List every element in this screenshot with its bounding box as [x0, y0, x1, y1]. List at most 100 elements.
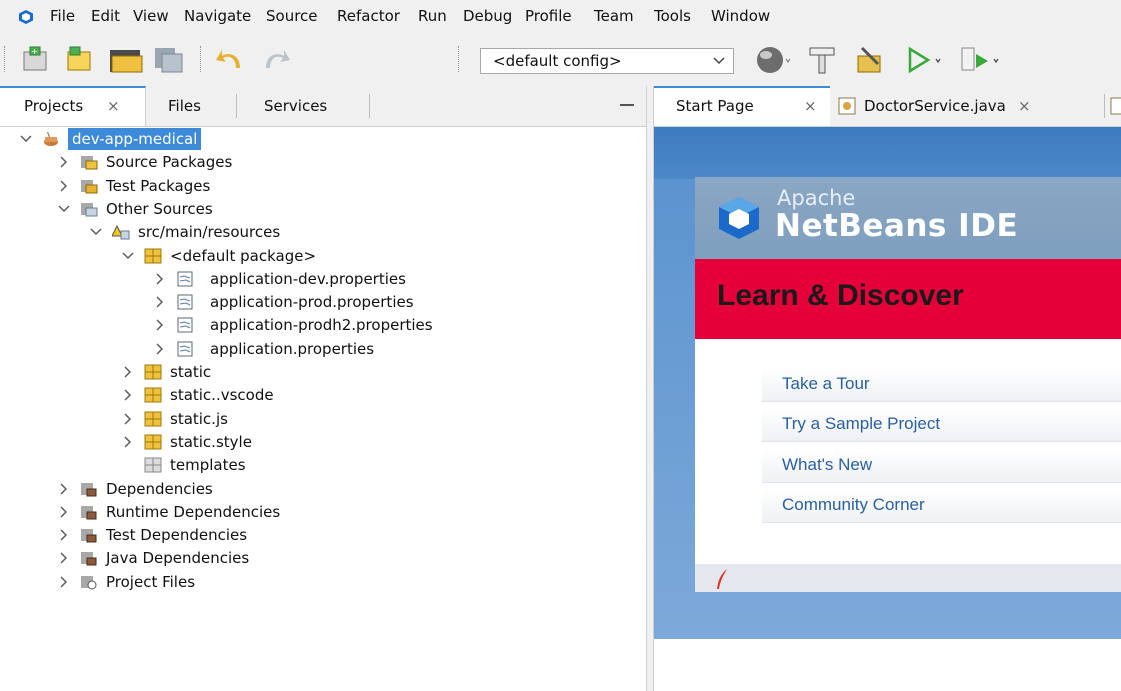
save-all-icon[interactable]	[152, 44, 186, 76]
minimize-panel-icon[interactable]	[620, 104, 634, 106]
tab-doctorservice-label: DoctorService.java	[864, 97, 1006, 115]
link-whats-new[interactable]: What's New	[762, 449, 1121, 483]
chevron-right-icon[interactable]	[122, 431, 134, 453]
learn-discover-heading: Learn & Discover	[717, 279, 964, 312]
tab-services[interactable]: Services	[237, 86, 371, 126]
test-packages-icon	[81, 179, 98, 194]
properties-file-icon	[177, 341, 193, 357]
chevron-right-icon[interactable]	[58, 524, 70, 546]
menu-source[interactable]: Source	[266, 7, 318, 25]
open-project-icon[interactable]	[106, 44, 144, 76]
toolbar-separator	[4, 46, 7, 72]
project-tree: dev-app-medical Source Packages Test Packa…	[0, 127, 646, 691]
chevron-right-icon[interactable]	[154, 268, 166, 290]
new-project-icon[interactable]: +	[18, 44, 52, 76]
tree-node[interactable]: application-prod.properties	[0, 291, 646, 313]
other-sources-icon	[81, 202, 98, 217]
menu-edit[interactable]: Edit	[91, 7, 120, 25]
tree-node[interactable]: static..vscode	[0, 384, 646, 406]
globe-icon[interactable]	[752, 44, 792, 76]
chevron-right-icon[interactable]	[58, 175, 70, 197]
tab-start-page-close-icon[interactable]: ×	[804, 88, 817, 124]
menu-file[interactable]: File	[50, 7, 75, 25]
chevron-right-icon[interactable]	[122, 408, 134, 430]
clean-build-icon[interactable]	[852, 44, 888, 76]
tree-node-label: Dependencies	[106, 479, 213, 498]
chevron-right-icon[interactable]	[58, 151, 70, 173]
link-community-corner[interactable]: Community Corner	[762, 489, 1121, 523]
chevron-down-icon[interactable]	[90, 221, 102, 243]
dependencies-icon	[81, 552, 97, 566]
chevron-right-icon[interactable]	[154, 338, 166, 360]
package-icon	[144, 364, 162, 380]
undo-icon[interactable]	[214, 44, 248, 76]
chevron-right-icon[interactable]	[58, 547, 70, 569]
build-hammer-icon[interactable]	[806, 44, 840, 76]
menu-run[interactable]: Run	[418, 7, 447, 25]
tab-projects[interactable]: Projects ×	[0, 86, 146, 126]
chevron-right-icon[interactable]	[58, 571, 70, 593]
tree-node[interactable]: Dependencies	[0, 478, 646, 500]
menu-window[interactable]: Window	[711, 7, 770, 25]
tree-node[interactable]: Test Packages	[0, 175, 646, 197]
project-files-icon	[81, 575, 97, 590]
menu-navigate[interactable]: Navigate	[184, 7, 251, 25]
tree-node[interactable]: application.properties	[0, 338, 646, 360]
chevron-down-icon[interactable]	[20, 128, 32, 150]
tree-node-label: Runtime Dependencies	[106, 502, 281, 521]
tab-doctorservice[interactable]: DoctorService.java ×	[834, 86, 1104, 126]
dependencies-icon	[81, 482, 97, 496]
tab-doctorservice-close-icon[interactable]: ×	[1018, 86, 1031, 126]
redo-icon[interactable]	[258, 44, 292, 76]
package-icon	[144, 411, 162, 427]
tree-node[interactable]: static.style	[0, 431, 646, 453]
tree-node[interactable]: Test Dependencies	[0, 524, 646, 546]
chevron-right-icon[interactable]	[154, 314, 166, 336]
tab-files[interactable]: Files	[146, 86, 236, 126]
tree-node[interactable]: Other Sources	[0, 198, 646, 220]
tree-node[interactable]: dev-app-medical	[0, 128, 646, 150]
tree-node-label: static.style	[170, 432, 252, 451]
netbeans-cube-logo-icon	[719, 197, 759, 239]
tree-node[interactable]: Project Files	[0, 571, 646, 593]
tab-divider	[1104, 94, 1105, 118]
chevron-right-icon[interactable]	[122, 361, 134, 383]
tree-node[interactable]: application-dev.properties	[0, 268, 646, 290]
tree-node[interactable]: static	[0, 361, 646, 383]
debug-project-icon[interactable]	[958, 44, 1002, 76]
source-packages-icon	[81, 156, 98, 170]
config-dropdown[interactable]: <default config>	[480, 48, 734, 74]
chevron-down-icon[interactable]	[122, 245, 134, 267]
tree-node[interactable]: Runtime Dependencies	[0, 501, 646, 523]
chevron-right-icon[interactable]	[122, 384, 134, 406]
chevron-down-icon	[713, 57, 725, 65]
tree-node[interactable]: application-prodh2.properties	[0, 314, 646, 336]
menu-tools[interactable]: Tools	[654, 7, 691, 25]
panel-splitter[interactable]	[646, 86, 654, 691]
java-file-icon[interactable]	[1110, 97, 1121, 115]
link-try-sample-project-label: Try a Sample Project	[782, 414, 941, 433]
tree-node[interactable]: static.js	[0, 408, 646, 430]
tree-node-label: application-prod.properties	[210, 293, 414, 312]
run-project-icon[interactable]	[904, 44, 944, 76]
chevron-right-icon[interactable]	[58, 478, 70, 500]
menu-debug[interactable]: Debug	[463, 7, 512, 25]
menu-refactor[interactable]: Refactor	[337, 7, 400, 25]
tab-start-page[interactable]: Start Page ×	[654, 86, 830, 126]
tree-node[interactable]: Java Dependencies	[0, 547, 646, 569]
chevron-right-icon[interactable]	[154, 291, 166, 313]
new-file-icon[interactable]	[62, 44, 96, 76]
tab-projects-close-icon[interactable]: ×	[107, 88, 120, 124]
tab-services-label: Services	[264, 97, 328, 115]
link-take-a-tour[interactable]: Take a Tour	[762, 368, 1121, 402]
menu-team[interactable]: Team	[594, 7, 634, 25]
tree-node[interactable]: templates	[0, 454, 646, 476]
menu-view[interactable]: View	[133, 7, 169, 25]
link-try-sample-project[interactable]: Try a Sample Project	[762, 408, 1121, 442]
tree-node[interactable]: src/main/resources	[0, 221, 646, 243]
tree-node[interactable]: <default package>	[0, 245, 646, 267]
chevron-down-icon[interactable]	[58, 198, 70, 220]
chevron-right-icon[interactable]	[58, 501, 70, 523]
tree-node[interactable]: Source Packages	[0, 151, 646, 173]
menu-profile[interactable]: Profile	[525, 7, 572, 25]
